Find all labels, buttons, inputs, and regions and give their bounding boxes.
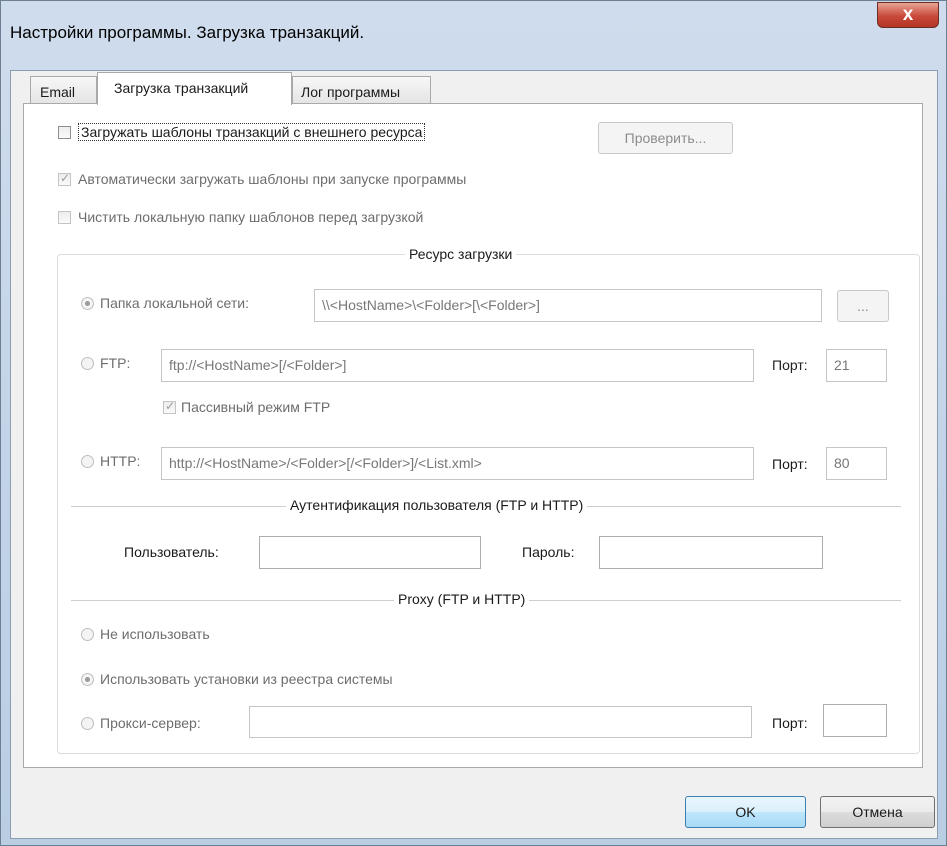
clean-folder-checkbox[interactable]	[58, 211, 71, 224]
ftp-url-field[interactable]: ftp://<HostName>[/<Folder>]	[161, 349, 754, 382]
proxy-port-field[interactable]	[823, 704, 887, 737]
user-field[interactable]	[259, 536, 481, 569]
password-label: Пароль:	[522, 544, 575, 560]
ftp-label: FTP:	[100, 355, 131, 371]
proxy-title: Proxy (FTP и HTTP)	[394, 591, 530, 607]
http-url-field[interactable]: http://<HostName>/<Folder>[/<Folder>]/<L…	[161, 447, 754, 480]
passive-ftp-checkbox[interactable]: ✓	[163, 399, 176, 414]
checkmark-icon: ✓	[165, 399, 176, 413]
cancel-button[interactable]: Отмена	[820, 796, 935, 828]
ftp-radio[interactable]	[81, 357, 94, 370]
http-port-label: Порт:	[772, 456, 808, 472]
radio-dot	[85, 677, 90, 682]
radio-dot	[85, 301, 90, 306]
lan-radio[interactable]	[81, 297, 94, 310]
browse-button[interactable]: ...	[837, 290, 889, 322]
passive-ftp-label: Пассивный режим FTP	[181, 399, 331, 415]
http-radio[interactable]	[81, 455, 94, 468]
load-external-checkbox[interactable]	[58, 126, 71, 139]
check-button[interactable]: Проверить...	[598, 122, 733, 154]
settings-dialog: Настройки программы. Загрузка транзакций…	[0, 0, 947, 846]
proxy-none-label: Не использовать	[100, 626, 210, 642]
proxy-port-label: Порт:	[772, 715, 808, 731]
http-port-field[interactable]: 80	[826, 447, 887, 480]
proxy-server-field[interactable]	[249, 706, 752, 738]
title-bar[interactable]: Настройки программы. Загрузка транзакций…	[1, 1, 946, 69]
close-icon: x	[902, 4, 914, 25]
checkmark-icon: ✓	[60, 171, 71, 185]
close-button[interactable]: x	[877, 2, 939, 28]
proxy-system-radio[interactable]	[81, 673, 94, 686]
window-title: Настройки программы. Загрузка транзакций…	[10, 23, 365, 42]
auto-load-checkbox[interactable]: ✓	[58, 171, 71, 186]
password-field[interactable]	[599, 536, 823, 569]
ftp-port-label: Порт:	[772, 357, 808, 373]
tab-transaction-loading[interactable]: Загрузка транзакций	[97, 72, 292, 105]
ftp-port-field[interactable]: 21	[826, 349, 887, 382]
auth-title: Аутентификация пользователя (FTP и HTTP)	[286, 497, 588, 513]
tab-program-log[interactable]: Лог программы	[292, 76, 431, 104]
http-label: HTTP:	[100, 453, 141, 469]
load-external-label[interactable]: Загружать шаблоны транзакций с внешнего …	[78, 123, 426, 141]
tab-email[interactable]: Email	[30, 76, 97, 104]
ok-button[interactable]: OK	[685, 796, 806, 828]
proxy-system-label: Использовать установки из реестра систем…	[100, 671, 393, 687]
resource-group-title: Ресурс загрузки	[405, 246, 517, 262]
clean-folder-label: Чистить локальную папку шаблонов перед з…	[78, 209, 424, 225]
user-label: Пользователь:	[124, 544, 219, 560]
proxy-server-label: Прокси-сервер:	[100, 715, 201, 731]
lan-path-field[interactable]: \\<HostName>\<Folder>[\<Folder>]	[314, 289, 822, 322]
lan-label: Папка локальной сети:	[100, 295, 250, 311]
proxy-none-radio[interactable]	[81, 628, 94, 641]
proxy-server-radio[interactable]	[81, 717, 94, 730]
auto-load-label: Автоматически загружать шаблоны при запу…	[78, 171, 467, 187]
